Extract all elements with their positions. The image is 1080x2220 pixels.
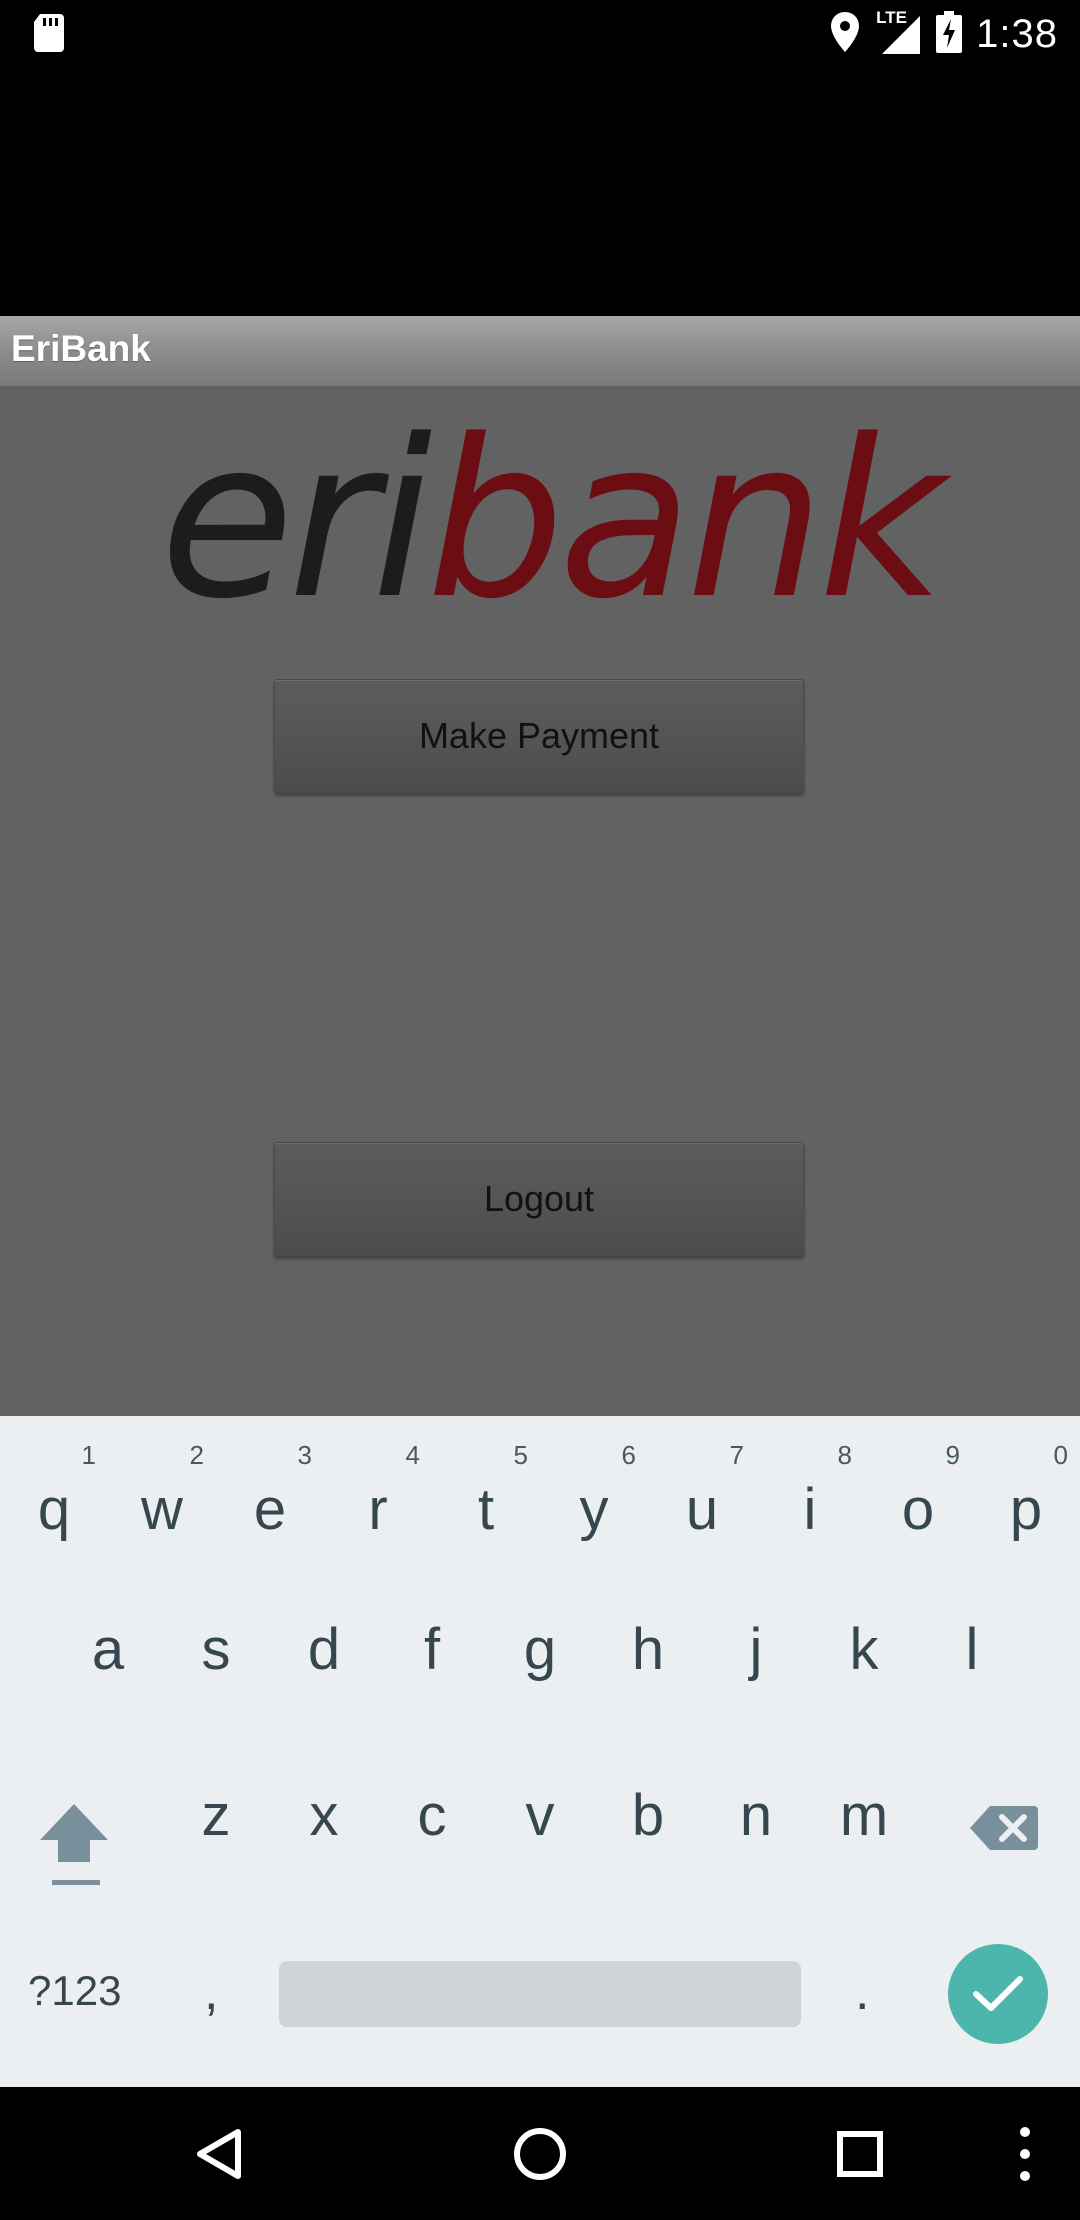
recents-icon[interactable] [810, 2087, 910, 2220]
key-x[interactable]: x [270, 1782, 378, 1902]
key-z[interactable]: z [162, 1782, 270, 1902]
battery-charging-icon [936, 11, 963, 57]
symbols-key[interactable]: ?123 [28, 1967, 121, 2015]
make-payment-button[interactable]: Make Payment [274, 679, 804, 793]
space-key[interactable] [279, 1961, 801, 2027]
key-h[interactable]: h [594, 1616, 702, 1736]
location-icon [830, 11, 860, 57]
status-bar: LTE 1:38 [0, 0, 1080, 68]
menu-icon[interactable] [995, 2087, 1055, 2220]
key-a[interactable]: a [54, 1616, 162, 1736]
app-title: EriBank [11, 328, 151, 369]
key-v[interactable]: v [486, 1782, 594, 1902]
clock: 1:38 [976, 11, 1058, 56]
title-bar: EriBank [0, 316, 1080, 386]
key-w[interactable]: 2w [108, 1438, 216, 1558]
key-b[interactable]: b [594, 1782, 702, 1902]
key-f[interactable]: f [378, 1616, 486, 1736]
enter-key[interactable] [948, 1944, 1048, 2044]
key-m[interactable]: m [810, 1782, 918, 1902]
backspace-key[interactable] [968, 1804, 1040, 1856]
key-l[interactable]: l [918, 1616, 1026, 1736]
comma-key[interactable]: , [204, 1962, 218, 2022]
period-key[interactable]: . [855, 1962, 869, 2022]
eribank-logo: eribank [160, 412, 945, 630]
key-t[interactable]: 5t [432, 1438, 540, 1558]
key-q[interactable]: 1q [0, 1438, 108, 1558]
key-g[interactable]: g [486, 1616, 594, 1736]
navigation-bar [0, 2087, 1080, 2220]
key-e[interactable]: 3e [216, 1438, 324, 1558]
black-area [0, 68, 1080, 316]
logo-part-eri: eri [160, 394, 432, 647]
key-j[interactable]: j [702, 1616, 810, 1736]
key-r[interactable]: 4r [324, 1438, 432, 1558]
main-content: eribank Make Payment Logout [0, 386, 1080, 1416]
key-k[interactable]: k [810, 1616, 918, 1736]
key-s[interactable]: s [162, 1616, 270, 1736]
logo-part-bank: bank [426, 394, 944, 647]
key-d[interactable]: d [270, 1616, 378, 1736]
checkmark-icon [973, 1976, 1023, 2011]
key-u[interactable]: 7u [648, 1438, 756, 1558]
key-y[interactable]: 6y [540, 1438, 648, 1558]
key-o[interactable]: 9o [864, 1438, 972, 1558]
sd-card-icon [32, 14, 66, 56]
back-icon[interactable] [170, 2087, 270, 2220]
key-i[interactable]: 8i [756, 1438, 864, 1558]
signal-icon: LTE [874, 8, 922, 56]
shift-key[interactable] [26, 1800, 122, 1896]
key-p[interactable]: 0p [972, 1438, 1080, 1558]
logout-button[interactable]: Logout [274, 1142, 804, 1256]
key-c[interactable]: c [378, 1782, 486, 1902]
key-n[interactable]: n [702, 1782, 810, 1902]
home-icon[interactable] [490, 2087, 590, 2220]
